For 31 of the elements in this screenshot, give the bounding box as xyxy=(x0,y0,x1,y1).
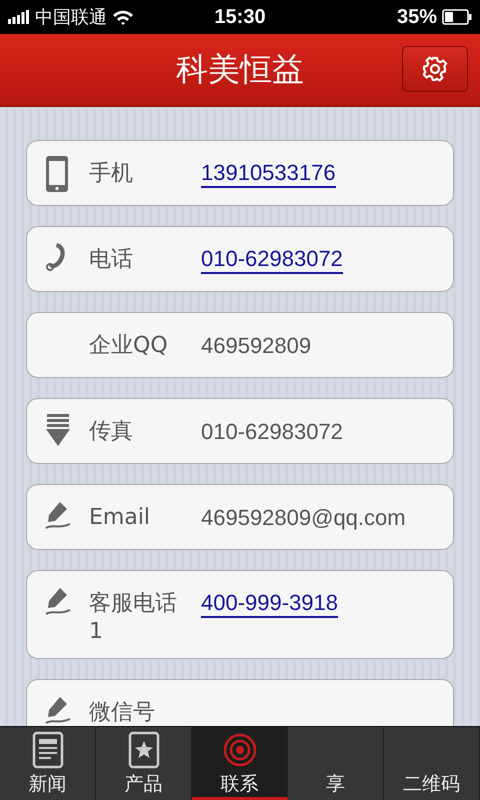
contact-value: 469592809@qq.com xyxy=(201,504,406,532)
tab-button[interactable]: 联系 xyxy=(192,727,288,800)
contact-value: 010-62983072 xyxy=(201,418,343,446)
contact-label: 客服电话1 xyxy=(89,590,178,646)
newspaper-icon xyxy=(32,731,64,769)
contact-link[interactable]: 400-999-3918 xyxy=(201,590,338,618)
settings-icon xyxy=(422,56,448,82)
star-card-icon xyxy=(128,731,160,769)
target-icon xyxy=(224,731,256,769)
contact-link[interactable]: 010-62983072 xyxy=(201,246,343,274)
contact-label: 企业QQ xyxy=(89,332,169,360)
pencil-icon xyxy=(45,586,71,616)
status-time: 15:30 xyxy=(214,6,266,28)
battery-percent: 35% xyxy=(396,6,437,28)
mobile-phone-icon xyxy=(45,156,69,192)
contact-label: 传真 xyxy=(89,418,134,446)
contact-value: 469592809 xyxy=(201,332,312,360)
app-title: 科美恒益 xyxy=(176,49,304,90)
contact-label: 手机 xyxy=(89,160,134,188)
contact-link[interactable]: 13910533176 xyxy=(201,160,336,188)
carrier-name: 中国联通 xyxy=(35,6,107,29)
battery-icon xyxy=(442,9,472,25)
download-arrow-icon xyxy=(45,414,71,446)
signal-icon xyxy=(8,10,30,24)
contact-label: 微信号 xyxy=(89,699,156,726)
pencil-icon xyxy=(45,500,71,530)
contact-label: 电话 xyxy=(89,246,134,274)
contact-label: Email xyxy=(89,504,152,532)
pencil-icon xyxy=(45,695,71,725)
settings-button[interactable] xyxy=(402,46,468,92)
wifi-icon xyxy=(112,9,134,25)
